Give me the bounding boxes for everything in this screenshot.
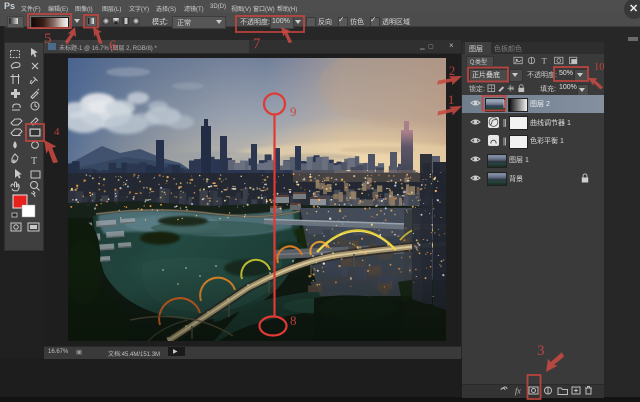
svg-text:3: 3 (537, 343, 545, 359)
svg-text:1: 1 (448, 93, 454, 107)
svg-text:7: 7 (253, 36, 261, 52)
svg-text:8: 8 (290, 313, 297, 328)
svg-text:9: 9 (290, 104, 297, 119)
svg-text:6: 6 (109, 38, 117, 54)
svg-text:4: 4 (54, 126, 60, 138)
svg-text:5: 5 (44, 31, 52, 47)
svg-text:10: 10 (594, 62, 605, 73)
svg-text:2: 2 (449, 64, 455, 78)
